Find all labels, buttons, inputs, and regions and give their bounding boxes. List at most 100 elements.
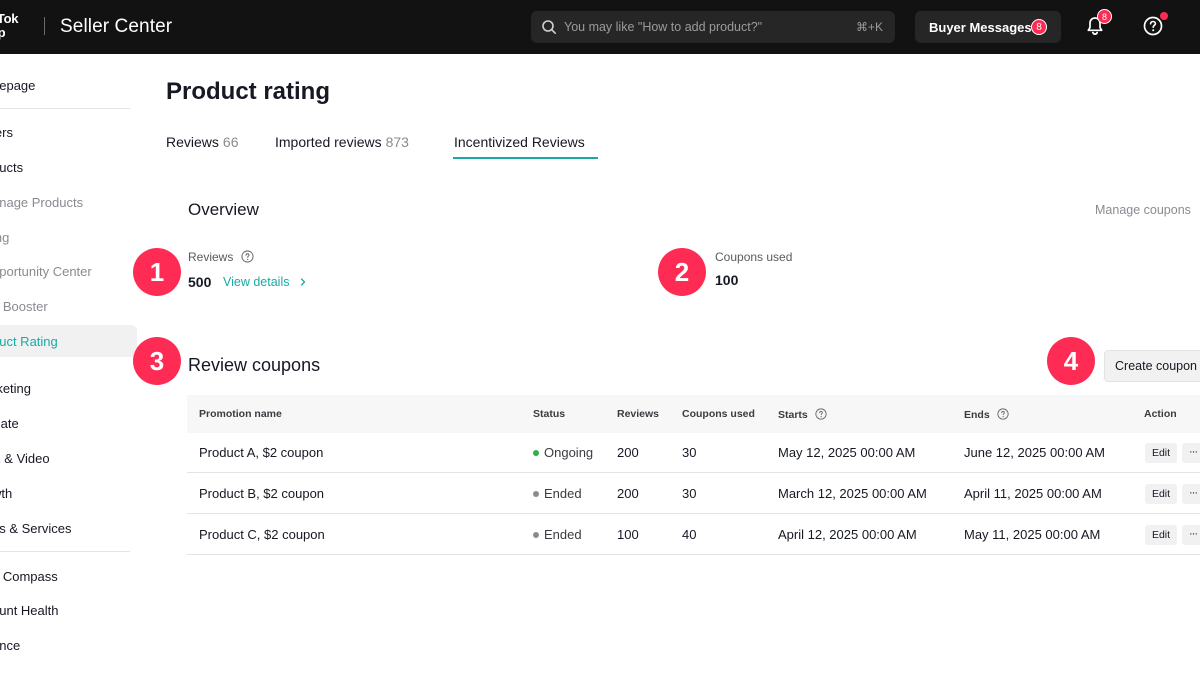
column-header-action: Action — [1144, 408, 1177, 420]
coupons-used-cell: 30 — [682, 445, 697, 460]
promotion-name-cell: Product C, $2 coupon — [199, 527, 325, 542]
tab-label: Reviews — [166, 134, 219, 150]
review-coupons-title: Review coupons — [188, 355, 321, 375]
brand-title: Seller Center — [60, 16, 173, 37]
sidebar-item-pricing[interactable]: ing — [0, 226, 9, 250]
search-icon — [542, 20, 556, 34]
sidebar-item-growth[interactable]: wth — [0, 482, 12, 506]
table-row[interactable]: Product B, $2 coupon Ended 200 30 March … — [187, 474, 1200, 514]
coupons-used-cell: 30 — [682, 486, 697, 501]
marker-4: 4 — [1047, 337, 1095, 385]
sidebar-item-finance[interactable]: ance — [0, 634, 20, 658]
create-coupon-button[interactable]: Create coupon — [1104, 350, 1200, 382]
info-icon[interactable] — [241, 250, 254, 263]
sidebar-item-products[interactable]: ducts — [0, 156, 23, 180]
ends-cell: April 11, 2025 00:00 AM — [964, 486, 1102, 501]
status-cell: Ended — [533, 527, 582, 542]
overview-title: Overview — [188, 200, 259, 219]
status-dot — [533, 532, 539, 538]
search-placeholder: You may like "How to add product?" — [564, 20, 763, 34]
ends-cell: June 12, 2025 00:00 AM — [964, 445, 1105, 460]
reviews-cell: 100 — [617, 527, 639, 542]
buyer-messages-button[interactable]: Buyer Messages 8 — [915, 11, 1061, 43]
marker-1: 1 — [133, 248, 181, 296]
tab-imported-reviews[interactable]: Imported reviews 873 — [275, 134, 409, 156]
logo-line-2: op — [0, 25, 6, 40]
search-shortcut: ⌘+K — [855, 20, 883, 34]
more-actions-button[interactable]: ··· — [1182, 484, 1200, 504]
sidebar-item-data-compass[interactable]: a Compass — [0, 565, 58, 589]
status-text: Ongoing — [544, 445, 594, 460]
buyer-messages-label: Buyer Messages — [929, 20, 1032, 35]
info-icon[interactable] — [996, 408, 1009, 420]
reviews-label-text: Reviews — [188, 250, 234, 264]
sidebar-item-manage-products[interactable]: anage Products — [0, 191, 83, 215]
starts-cell: May 12, 2025 00:00 AM — [778, 445, 916, 460]
column-header-promotion-name: Promotion name — [199, 408, 282, 420]
manage-coupons-link[interactable]: Manage coupons — [1095, 203, 1191, 217]
tiktok-shop-logo[interactable]: kTok op — [0, 12, 34, 40]
starts-cell: April 12, 2025 00:00 AM — [778, 527, 917, 542]
coupons-used-stat-value: 100 — [715, 272, 739, 288]
reviews-cell: 200 — [617, 486, 639, 501]
tab-label: Imported reviews — [275, 134, 382, 150]
view-details-link[interactable]: View details — [223, 275, 308, 289]
sidebar-item-live-video[interactable]: E & Video — [0, 447, 50, 471]
table-row[interactable]: Product C, $2 coupon Ended 100 40 April … — [187, 515, 1200, 555]
coupons-used-cell: 40 — [682, 527, 697, 542]
marker-3: 3 — [133, 337, 181, 385]
sidebar-item-marketing[interactable]: rketing — [0, 377, 31, 401]
promotion-name-cell: Product A, $2 coupon — [199, 445, 324, 460]
tab-label: Incentivized Reviews — [454, 134, 585, 150]
status-text: Ended — [544, 527, 582, 542]
edit-button[interactable]: Edit — [1145, 484, 1177, 504]
help-notification-dot — [1160, 12, 1168, 20]
column-header-ends-text: Ends — [964, 409, 990, 421]
starts-cell: March 12, 2025 00:00 AM — [778, 486, 927, 501]
sidebar-item-sale-booster[interactable]: e Booster — [0, 295, 48, 319]
buyer-messages-badge: 8 — [1031, 19, 1047, 35]
status-dot — [533, 491, 539, 497]
more-actions-button[interactable]: ··· — [1182, 525, 1200, 545]
ends-cell: May 11, 2025 00:00 AM — [964, 527, 1101, 542]
tab-reviews[interactable]: Reviews 66 — [166, 134, 238, 156]
sidebar-item-affiliate[interactable]: iliate — [0, 412, 19, 436]
sidebar-item-orders[interactable]: lers — [0, 121, 13, 145]
tab-incentivized-reviews[interactable]: Incentivized Reviews — [454, 134, 585, 156]
reviews-stat-value: 500 — [188, 274, 212, 290]
more-actions-button[interactable]: ··· — [1182, 443, 1200, 463]
coupons-used-stat-label: Coupons used — [715, 250, 793, 264]
active-tab-indicator — [453, 157, 598, 159]
status-dot — [533, 450, 539, 456]
search-bar[interactable]: You may like "How to add product?" ⌘+K — [531, 11, 895, 43]
reviews-stat-label: Reviews — [188, 250, 254, 264]
status-text: Ended — [544, 486, 582, 501]
tab-count: 873 — [385, 134, 409, 150]
notifications-badge: 8 — [1097, 9, 1112, 24]
column-header-status: Status — [533, 408, 566, 420]
sidebar-item-product-rating[interactable]: duct Rating — [0, 330, 58, 354]
logo-divider — [44, 17, 45, 35]
sidebar-item-account-health[interactable]: ount Health — [0, 599, 59, 623]
column-header-starts-text: Starts — [778, 409, 808, 421]
sidebar-item-homepage[interactable]: nepage — [0, 74, 35, 98]
reviews-cell: 200 — [617, 445, 639, 460]
info-icon[interactable] — [815, 408, 827, 420]
edit-button[interactable]: Edit — [1145, 443, 1177, 463]
table-header: Promotion name Status Reviews Coupons us… — [187, 395, 1200, 433]
sidebar-divider — [0, 551, 130, 552]
column-header-ends: Ends — [964, 408, 1009, 421]
column-header-coupons-used: Coupons used — [682, 408, 755, 420]
tab-count: 66 — [222, 134, 239, 150]
status-cell: Ongoing — [533, 445, 593, 460]
sidebar-item-opportunity-center[interactable]: oportunity Center — [0, 260, 92, 284]
column-header-starts: Starts — [778, 408, 827, 421]
edit-button[interactable]: Edit — [1145, 525, 1177, 545]
status-cell: Ended — [533, 486, 582, 501]
view-details-text: View details — [223, 275, 290, 289]
chevron-right-icon — [300, 278, 306, 286]
sidebar: nepage lers ducts anage Products ing opo… — [0, 54, 137, 675]
table-row[interactable]: Product A, $2 coupon Ongoing 200 30 May … — [187, 433, 1200, 473]
sidebar-divider — [0, 108, 130, 109]
sidebar-item-apps-services[interactable]: os & Services — [0, 517, 71, 541]
